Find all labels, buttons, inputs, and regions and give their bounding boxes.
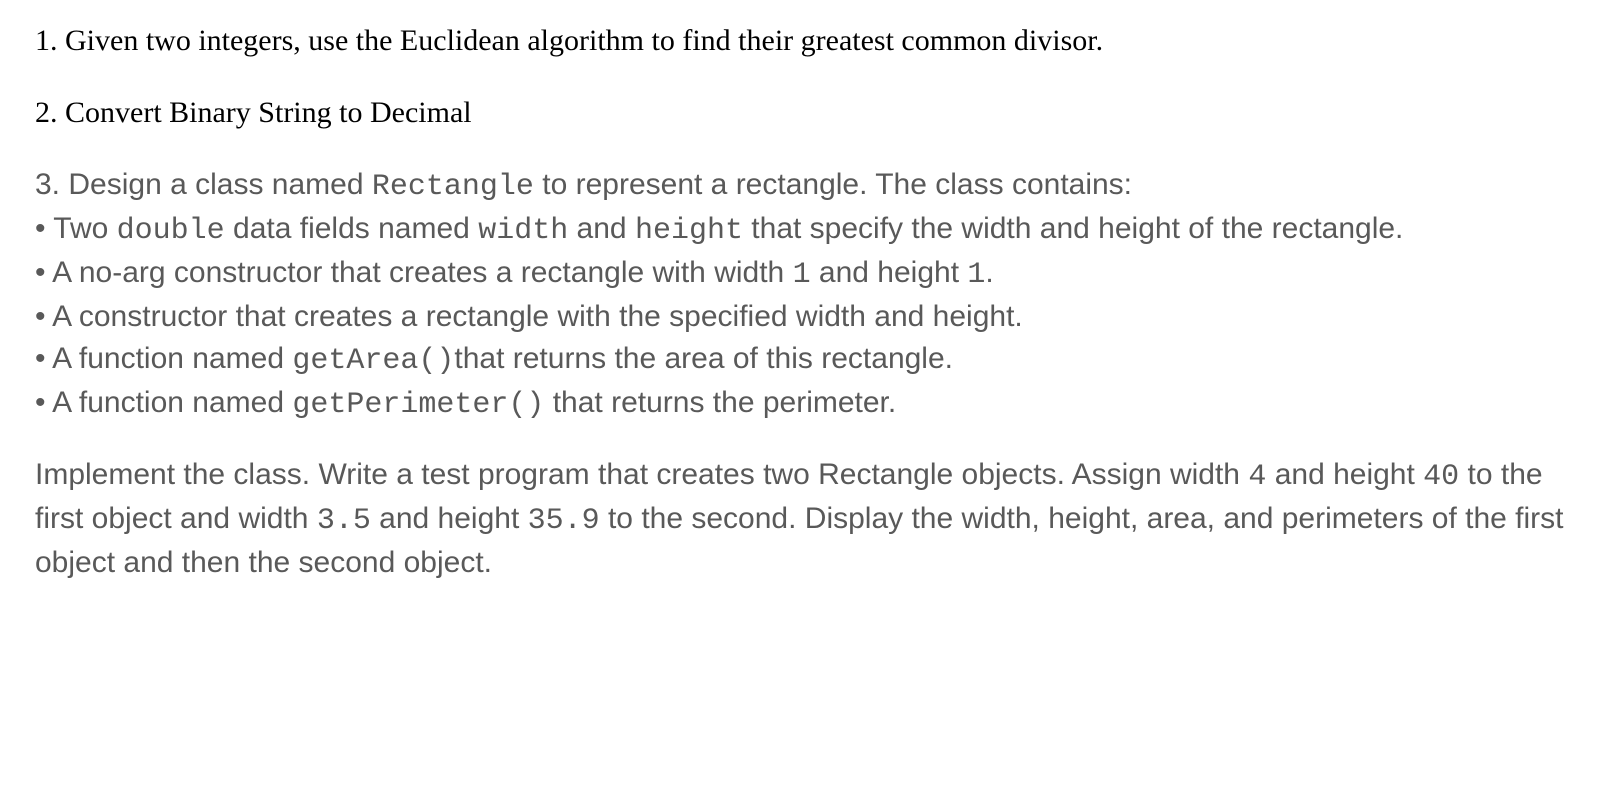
q3-b5-m1: getPerimeter() — [292, 388, 544, 422]
q3-b2-t2: and height — [811, 256, 968, 289]
q3-b2-t1: • A no-arg constructor that creates a re… — [35, 256, 793, 289]
q3-b1-t4: that specify the width and height of the… — [743, 212, 1403, 245]
q3-intro-t1: Design a class named — [68, 168, 372, 201]
q3-bullet-3: • A constructor that creates a rectangle… — [35, 296, 1567, 338]
question-3-implement: Implement the class. Write a test progra… — [35, 454, 1567, 584]
q3-b1-t1: • Two — [35, 212, 117, 245]
q3-impl-m4: 35.9 — [528, 504, 600, 538]
q3-bullet-4: • A function named getArea()that returns… — [35, 338, 1567, 382]
q3-b1-m1: double — [117, 214, 225, 248]
q3-b5-t1: • A function named — [35, 386, 292, 419]
q3-bullet-1: • Two double data fields named width and… — [35, 208, 1567, 252]
q3-b2-t3: . — [985, 256, 993, 289]
question-3-intro: 3. Design a class named Rectangle to rep… — [35, 164, 1567, 426]
q3-intro-m1: Rectangle — [372, 170, 534, 204]
q3-bullet-5: • A function named getPerimeter() that r… — [35, 382, 1567, 426]
q3-intro-t2: to represent a rectangle. The class cont… — [534, 168, 1132, 201]
q3-b4-t2: that returns the area of this rectangle. — [454, 342, 953, 375]
q3-b2-m2: 1 — [967, 258, 985, 292]
q3-b1-m3: height — [635, 214, 743, 248]
q1-number: 1. — [35, 24, 58, 57]
q3-b4-t1: • A function named — [35, 342, 292, 375]
q1-text: Given two integers, use the Euclidean al… — [65, 24, 1103, 57]
question-1: 1. Given two integers, use the Euclidean… — [35, 20, 1567, 62]
q3-impl-m2: 40 — [1423, 460, 1459, 494]
q3-impl-t4: and height — [371, 502, 528, 535]
q3-b5-t2: that returns the perimeter. — [544, 386, 896, 419]
q3-b4-m1: getArea() — [292, 344, 454, 378]
q3-bullet-2: • A no-arg constructor that creates a re… — [35, 252, 1567, 296]
q2-text: Convert Binary String to Decimal — [65, 96, 472, 129]
q2-number: 2. — [35, 96, 58, 129]
q3-b1-t2: data fields named — [225, 212, 479, 245]
q3-b1-m2: width — [478, 214, 568, 248]
q3-impl-m3: 3.5 — [317, 504, 371, 538]
question-2: 2. Convert Binary String to Decimal — [35, 92, 1567, 134]
q3-impl-m1: 4 — [1248, 460, 1266, 494]
q3-impl-t1: Implement the class. Write a test progra… — [35, 458, 1248, 491]
q3-b2-m1: 1 — [793, 258, 811, 292]
q3-b3-t1: • A constructor that creates a rectangle… — [35, 300, 1023, 333]
q3-impl-t2: and height — [1266, 458, 1423, 491]
q3-intro-line: 3. Design a class named Rectangle to rep… — [35, 164, 1567, 208]
q3-number: 3. — [35, 168, 60, 201]
q3-b1-t3: and — [568, 212, 635, 245]
